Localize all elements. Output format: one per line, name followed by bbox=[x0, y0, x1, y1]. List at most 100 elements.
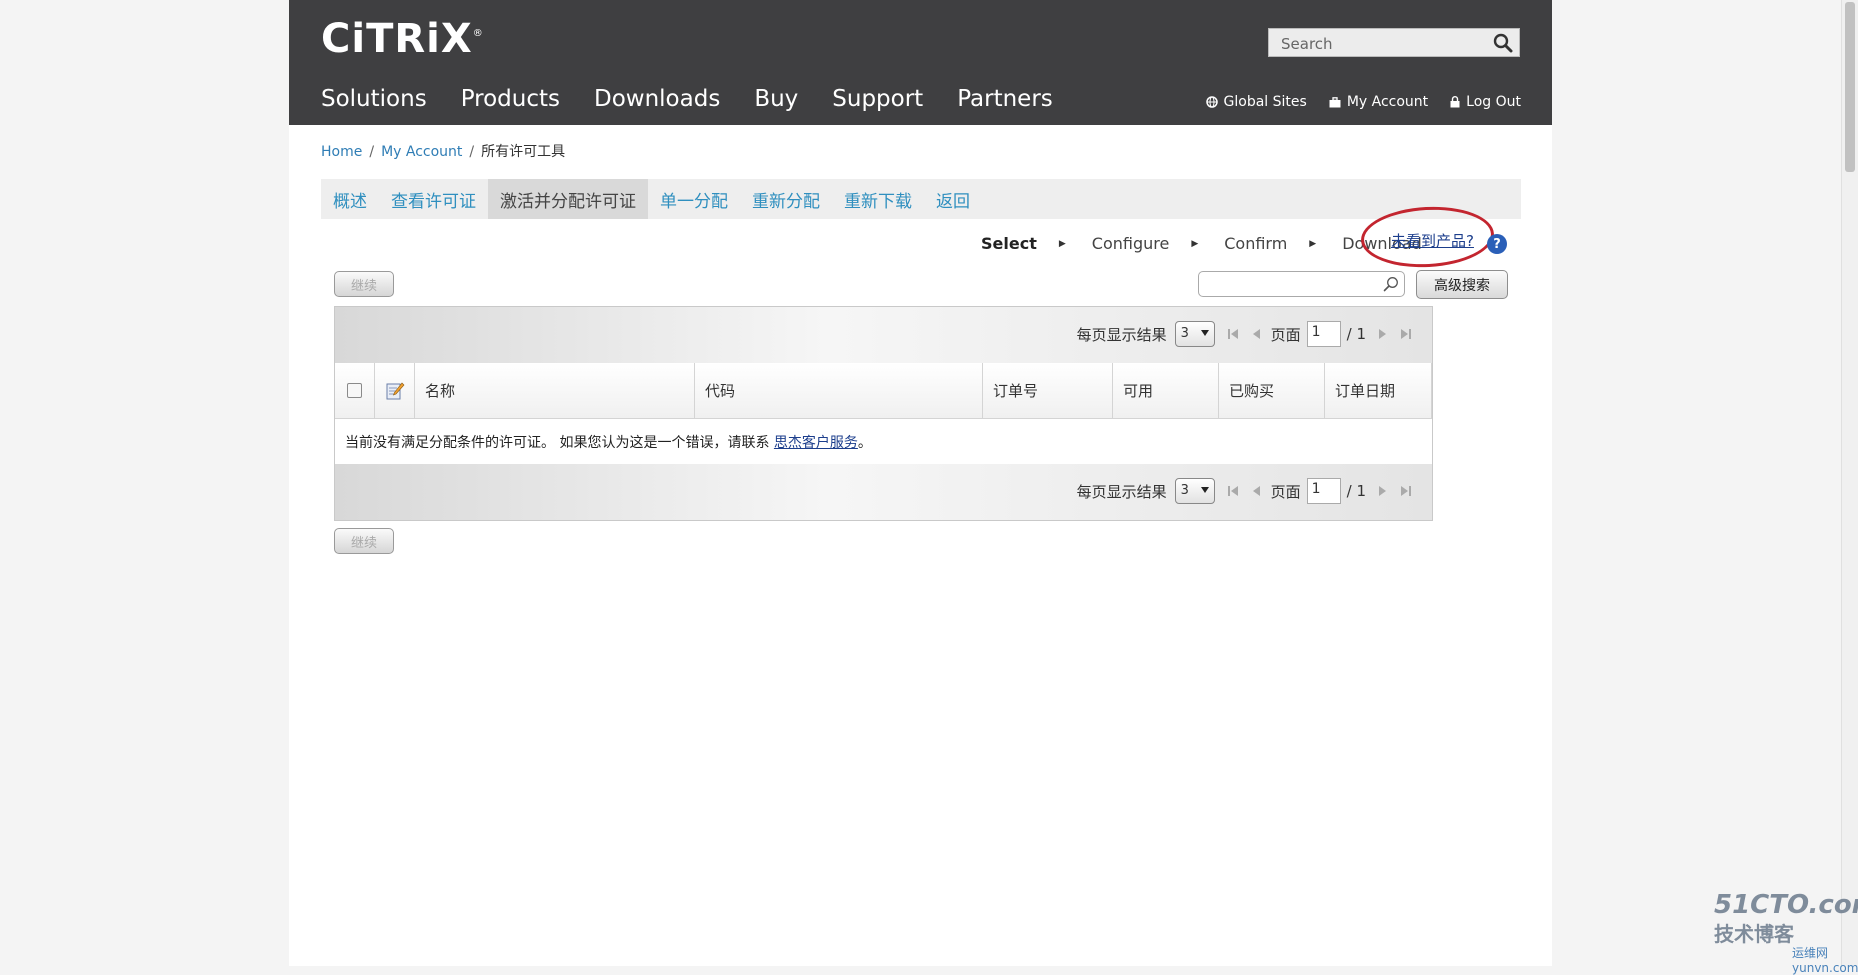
step-arrow-icon: ▶ bbox=[1309, 238, 1317, 249]
site-header: CiTRiX® Solutions Products Downloads Buy… bbox=[289, 0, 1552, 125]
breadcrumb-separator: / bbox=[369, 144, 375, 160]
per-page-value: 3 bbox=[1180, 326, 1189, 341]
page-number-input[interactable]: 1 bbox=[1306, 478, 1341, 504]
per-page-label: 每页显示结果 bbox=[1076, 325, 1167, 344]
search-icon[interactable] bbox=[1493, 33, 1513, 53]
nav-support[interactable]: Support bbox=[832, 86, 923, 112]
log-out-link[interactable]: Log Out bbox=[1450, 94, 1521, 110]
breadcrumb-my-account[interactable]: My Account bbox=[381, 144, 462, 160]
continue-button-bottom[interactable]: 继续 bbox=[334, 528, 394, 554]
last-page-icon[interactable] bbox=[1400, 485, 1412, 497]
total-pages: / 1 bbox=[1346, 482, 1366, 500]
tab-single-allocation[interactable]: 单一分配 bbox=[648, 179, 740, 219]
select-all-cell bbox=[335, 363, 375, 418]
search-input[interactable] bbox=[1279, 33, 1483, 55]
magnifier-icon[interactable] bbox=[1383, 276, 1399, 296]
tab-view-licenses[interactable]: 查看许可证 bbox=[379, 179, 488, 219]
tab-reallocate[interactable]: 重新分配 bbox=[740, 179, 832, 219]
first-page-icon[interactable] bbox=[1227, 485, 1239, 497]
page-number-input[interactable]: 1 bbox=[1306, 321, 1341, 347]
logo-registered-mark: ® bbox=[472, 28, 484, 39]
tab-return[interactable]: 返回 bbox=[924, 179, 982, 219]
col-available[interactable]: 可用 bbox=[1113, 363, 1219, 418]
logo-text: CiTRiX bbox=[321, 16, 473, 62]
tab-redownload[interactable]: 重新下载 bbox=[832, 179, 924, 219]
breadcrumb-home[interactable]: Home bbox=[321, 144, 362, 160]
briefcase-icon bbox=[1329, 96, 1341, 107]
watermark-line2: 技术博客 bbox=[1714, 922, 1794, 946]
col-purchased[interactable]: 已购买 bbox=[1219, 363, 1325, 418]
page-container: CiTRiX® Solutions Products Downloads Buy… bbox=[289, 0, 1552, 966]
step-arrow-icon: ▶ bbox=[1058, 238, 1066, 249]
per-page-select[interactable]: 3 bbox=[1174, 478, 1215, 504]
my-account-link[interactable]: My Account bbox=[1329, 94, 1428, 110]
step-confirm: Confirm bbox=[1224, 234, 1288, 253]
nav-solutions[interactable]: Solutions bbox=[321, 86, 427, 112]
utility-nav: Global Sites My Account Log Out bbox=[1184, 94, 1521, 110]
watermark-line3: 运维网 yunvn.com bbox=[1792, 946, 1858, 975]
next-page-icon[interactable] bbox=[1378, 328, 1388, 340]
main-nav: Solutions Products Downloads Buy Support… bbox=[321, 86, 1087, 112]
step-arrow-icon: ▶ bbox=[1191, 238, 1199, 249]
nav-buy[interactable]: Buy bbox=[754, 86, 798, 112]
license-tools-tabs: 概述 查看许可证 激活并分配许可证 单一分配 重新分配 重新下载 返回 bbox=[321, 179, 1521, 219]
watermark-line1: 51CTO.com bbox=[1714, 890, 1858, 920]
first-page-icon[interactable] bbox=[1227, 328, 1239, 340]
tab-overview[interactable]: 概述 bbox=[321, 179, 379, 219]
col-name[interactable]: 名称 bbox=[415, 363, 695, 418]
pager-bar-bottom: 每页显示结果 3 页面 1 / 1 bbox=[335, 464, 1432, 520]
advanced-search-button[interactable]: 高级搜索 bbox=[1416, 270, 1508, 299]
prev-page-icon[interactable] bbox=[1251, 328, 1261, 340]
edit-column-cell bbox=[375, 363, 415, 418]
watermark: 51CTO.com 技术博客 运维网 yunvn.com bbox=[1714, 890, 1858, 975]
breadcrumb-current: 所有许可工具 bbox=[481, 144, 566, 160]
col-code[interactable]: 代码 bbox=[695, 363, 983, 418]
global-sites-label: Global Sites bbox=[1223, 94, 1307, 110]
help-icon[interactable]: ? bbox=[1487, 234, 1507, 254]
breadcrumb-separator: / bbox=[469, 144, 475, 160]
vertical-scrollbar[interactable] bbox=[1841, 0, 1858, 966]
chevron-down-icon bbox=[1200, 487, 1209, 493]
last-page-icon[interactable] bbox=[1400, 328, 1412, 340]
tab-activate-allocate[interactable]: 激活并分配许可证 bbox=[488, 179, 648, 219]
page-label: 页面 bbox=[1270, 325, 1301, 344]
edit-notepad-icon bbox=[386, 382, 404, 399]
nav-downloads[interactable]: Downloads bbox=[594, 86, 720, 112]
pager-top: 每页显示结果 3 页面 1 / 1 bbox=[1077, 321, 1412, 347]
nav-products[interactable]: Products bbox=[461, 86, 560, 112]
license-grid: 每页显示结果 3 页面 1 / 1 名称 代码 订单号 可用 已购买 订单日期 bbox=[334, 306, 1433, 521]
citrix-logo[interactable]: CiTRiX® bbox=[321, 16, 484, 62]
pager-bottom: 每页显示结果 3 页面 1 / 1 bbox=[1077, 478, 1412, 504]
lock-icon bbox=[1450, 96, 1460, 108]
chevron-down-icon bbox=[1200, 330, 1209, 336]
continue-button-top[interactable]: 继续 bbox=[334, 271, 394, 297]
col-order-number[interactable]: 订单号 bbox=[983, 363, 1113, 418]
total-pages: / 1 bbox=[1346, 325, 1366, 343]
select-all-checkbox[interactable] bbox=[347, 383, 362, 398]
prev-page-icon[interactable] bbox=[1251, 485, 1261, 497]
nav-partners[interactable]: Partners bbox=[957, 86, 1053, 112]
filter-box bbox=[1198, 271, 1405, 297]
per-page-label: 每页显示结果 bbox=[1076, 482, 1167, 501]
step-select: Select bbox=[981, 234, 1037, 253]
page-label: 页面 bbox=[1270, 482, 1301, 501]
step-configure: Configure bbox=[1091, 234, 1170, 253]
breadcrumb: Home / My Account / 所有许可工具 bbox=[321, 141, 565, 161]
global-sites-link[interactable]: Global Sites bbox=[1205, 94, 1307, 110]
col-order-date[interactable]: 订单日期 bbox=[1325, 363, 1432, 418]
empty-message-text: 当前没有满足分配条件的许可证。 如果您认为这是一个错误，请联系 bbox=[345, 434, 770, 451]
empty-message-suffix: 。 bbox=[857, 434, 872, 451]
next-page-icon[interactable] bbox=[1378, 485, 1388, 497]
globe-icon bbox=[1205, 96, 1218, 108]
scrollbar-thumb[interactable] bbox=[1845, 2, 1855, 172]
pager-bar-top: 每页显示结果 3 页面 1 / 1 bbox=[335, 307, 1432, 363]
my-account-label: My Account bbox=[1346, 94, 1429, 110]
per-page-select[interactable]: 3 bbox=[1174, 321, 1215, 347]
search-box bbox=[1268, 28, 1520, 57]
table-header: 名称 代码 订单号 可用 已购买 订单日期 bbox=[335, 363, 1432, 419]
per-page-value: 3 bbox=[1180, 483, 1189, 498]
empty-message-row: 当前没有满足分配条件的许可证。 如果您认为这是一个错误，请联系 思杰客户服务。 bbox=[335, 419, 1432, 464]
log-out-label: Log Out bbox=[1466, 94, 1521, 110]
customer-service-link[interactable]: 思杰客户服务 bbox=[774, 432, 858, 452]
filter-input[interactable] bbox=[1205, 275, 1379, 295]
